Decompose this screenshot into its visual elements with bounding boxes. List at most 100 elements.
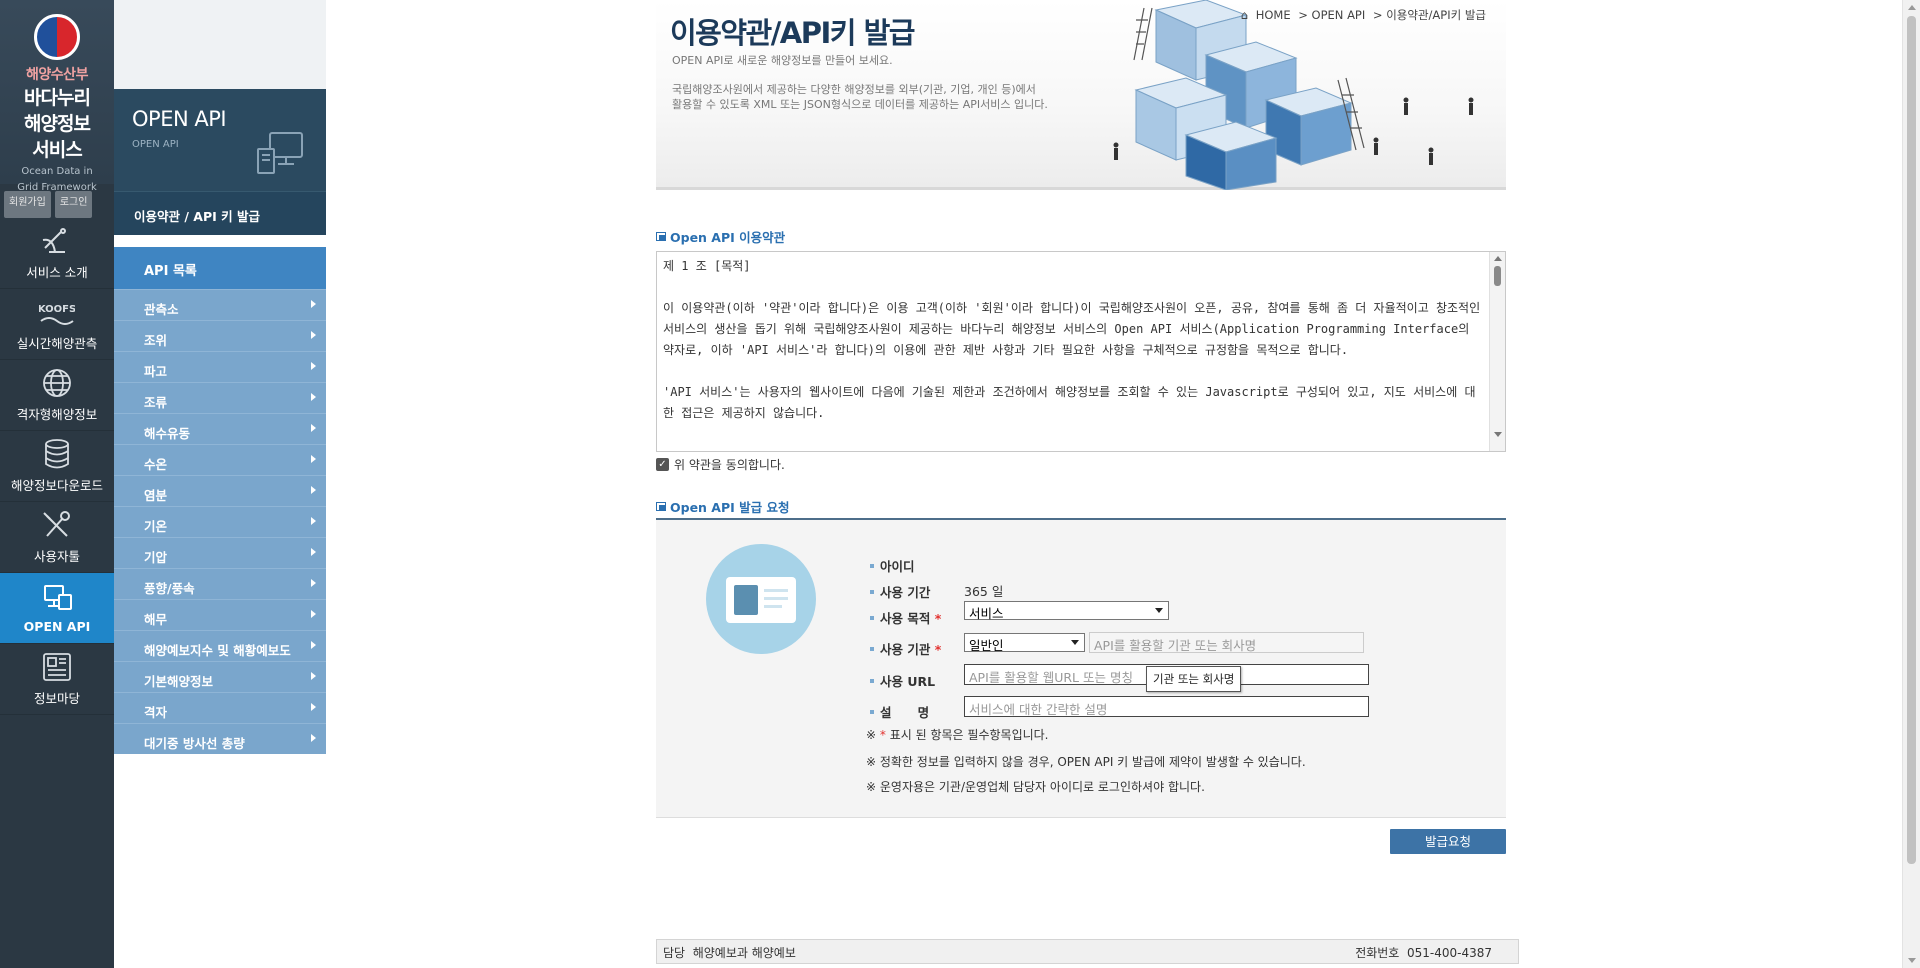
sidebar-spacer bbox=[114, 0, 326, 89]
url-placeholder: API를 활용할 웹URL 또는 명칭 bbox=[969, 670, 1133, 685]
sidebar-item-grid[interactable]: 격자 bbox=[114, 692, 326, 723]
period-value: 365 일 bbox=[964, 584, 1004, 599]
terms-heading: 제 1 조 [목적] bbox=[663, 259, 751, 273]
sidebar-api-list-title[interactable]: API 목록 bbox=[114, 247, 326, 289]
org-label-text: 사용 기관 bbox=[880, 642, 931, 657]
nav-data-download[interactable]: 해양정보다운로드 bbox=[0, 431, 114, 502]
request-section-title-text: Open API 발급 요청 bbox=[670, 500, 790, 515]
sidebar-item-label: 염분 bbox=[144, 488, 168, 503]
scroll-down-icon[interactable] bbox=[1494, 432, 1502, 437]
org-type-select-value: 일반인 bbox=[969, 638, 1004, 653]
org-name-input[interactable]: API를 활용할 기관 또는 회사명 bbox=[1089, 632, 1364, 653]
org-name-placeholder: API를 활용할 기관 또는 회사명 bbox=[1094, 638, 1257, 653]
agree-label: 위 약관을 동의합니다. bbox=[674, 458, 785, 472]
nav-info-board[interactable]: 정보마당 bbox=[0, 644, 114, 715]
terms-scroll-thumb[interactable] bbox=[1494, 266, 1501, 286]
purpose-select-value: 서비스 bbox=[969, 606, 1004, 621]
breadcrumb-current: > 이용약관/API키 발급 bbox=[1372, 8, 1486, 22]
chevron-right-icon bbox=[311, 486, 316, 494]
sidebar-item-label: 풍향/풍속 bbox=[144, 581, 195, 596]
site-logo[interactable]: 해양수산부 바다누리 해양정보 서비스 Ocean Data in Grid F… bbox=[0, 0, 114, 193]
bullet-icon bbox=[870, 646, 874, 651]
sidebar-item-tidal-current[interactable]: 조류 bbox=[114, 382, 326, 413]
scroll-down-icon[interactable] bbox=[1908, 958, 1916, 963]
signup-link[interactable]: 회원가입 bbox=[4, 191, 51, 218]
note-required: ※ * 표시 된 항목은 필수항목입니다. bbox=[866, 726, 1049, 743]
terms-textarea[interactable]: 제 1 조 [목적] 이 이용약관(이하 '약관'이라 합니다)은 이용 고객(… bbox=[656, 251, 1506, 452]
logo-ministry: 해양수산부 bbox=[26, 67, 88, 83]
sidebar-item-label: 기본해양정보 bbox=[144, 674, 214, 689]
sidebar-item-label: 수온 bbox=[144, 457, 168, 472]
scroll-up-icon[interactable] bbox=[1494, 256, 1502, 261]
nav-open-api[interactable]: OPEN API bbox=[0, 573, 114, 644]
chevron-right-icon bbox=[311, 641, 316, 649]
icon-nav-bar: 해양수산부 바다누리 해양정보 서비스 Ocean Data in Grid F… bbox=[0, 0, 114, 968]
main-content: 이용약관/API키 발급 OPEN API로 새로운 해양정보를 만들어 보세요… bbox=[326, 0, 1902, 968]
sidebar-item-air-pressure[interactable]: 기압 bbox=[114, 537, 326, 568]
org-tooltip: 기관 또는 회사명 bbox=[1146, 666, 1242, 692]
sidebar-item-ocean-forecast[interactable]: 해양예보지수 및 해황예보도 bbox=[114, 630, 326, 661]
nav-user-tools[interactable]: 사용자툴 bbox=[0, 502, 114, 573]
bullet-icon bbox=[870, 589, 874, 594]
login-link[interactable]: 로그인 bbox=[54, 191, 93, 218]
sidebar-item-sea-flow[interactable]: 해수유동 bbox=[114, 413, 326, 444]
chevron-down-icon bbox=[1155, 608, 1163, 613]
breadcrumb-home[interactable]: HOME bbox=[1256, 8, 1291, 22]
page-title: 이용약관/API키 발급 bbox=[670, 16, 915, 50]
nav-user-tools-label: 사용자툴 bbox=[33, 548, 80, 564]
chevron-right-icon bbox=[311, 610, 316, 618]
nav-realtime-observation-label: 실시간해양관측 bbox=[16, 335, 98, 351]
sidebar-item-wave-height[interactable]: 파고 bbox=[114, 351, 326, 382]
nav-grid-ocean-info[interactable]: 격자형해양정보 bbox=[0, 360, 114, 431]
row-id: 아이디 bbox=[870, 556, 970, 575]
sidebar-item-station[interactable]: 관측소 bbox=[114, 289, 326, 320]
nav-realtime-observation[interactable]: KOOFS 실시간해양관측 bbox=[0, 289, 114, 360]
submit-request-button[interactable]: 발급요청 bbox=[1390, 829, 1506, 854]
description-input[interactable]: 서비스에 대한 간략한 설명 bbox=[964, 696, 1369, 717]
sidebar-item-water-temp[interactable]: 수온 bbox=[114, 444, 326, 475]
chevron-right-icon bbox=[311, 703, 316, 711]
bullet-icon bbox=[870, 709, 874, 714]
page-scroll-thumb[interactable] bbox=[1907, 16, 1916, 864]
sidebar-api-items: 관측소 조위 파고 조류 해수유동 수온 염분 기온 기압 풍향/풍속 해무 해… bbox=[114, 289, 326, 754]
agree-terms[interactable]: ✓ 위 약관을 동의합니다. bbox=[656, 456, 785, 473]
row-org: 사용 기관 * bbox=[870, 639, 970, 658]
chevron-right-icon bbox=[311, 362, 316, 370]
org-type-select[interactable]: 일반인 bbox=[964, 633, 1085, 653]
description-placeholder: 서비스에 대한 간략한 설명 bbox=[969, 702, 1108, 717]
sidebar-item-tide-level[interactable]: 조위 bbox=[114, 320, 326, 351]
purpose-select[interactable]: 서비스 bbox=[964, 601, 1169, 621]
globe-icon bbox=[43, 368, 71, 397]
terms-section-title: Open API 이용약관 bbox=[656, 227, 785, 246]
agree-checkbox[interactable]: ✓ bbox=[656, 458, 669, 471]
required-mark: * bbox=[934, 611, 942, 626]
row-purpose: 사용 목적 * bbox=[870, 608, 970, 627]
sidebar-item-label: 파고 bbox=[144, 364, 168, 379]
note-required-prefix: ※ bbox=[866, 728, 877, 742]
sidebar-item-wind[interactable]: 풍향/풍속 bbox=[114, 568, 326, 599]
nav-service-intro[interactable]: 서비스 소개 bbox=[0, 218, 114, 289]
chevron-right-icon bbox=[311, 517, 316, 525]
computer-icon bbox=[257, 132, 303, 174]
required-mark: * bbox=[879, 728, 886, 742]
sidebar-item-label: 해양예보지수 및 해황예보도 bbox=[144, 643, 291, 658]
page-banner: 이용약관/API키 발급 OPEN API로 새로운 해양정보를 만들어 보세요… bbox=[656, 0, 1506, 190]
breadcrumb-open-api[interactable]: > OPEN API bbox=[1298, 8, 1365, 22]
description-label: 설 명 bbox=[880, 705, 930, 720]
note-required-text: 표시 된 항목은 필수항목입니다. bbox=[889, 728, 1049, 742]
sidebar-item-sea-fog[interactable]: 해무 bbox=[114, 599, 326, 630]
terms-scrollbar[interactable] bbox=[1489, 252, 1505, 451]
footer-department: 담당 해양예보과 해양예보 bbox=[663, 946, 796, 960]
banner-cubes-illustration bbox=[1113, 0, 1474, 190]
bullet-icon bbox=[870, 615, 874, 620]
scroll-up-icon[interactable] bbox=[1908, 5, 1916, 10]
sidebar-item-basic-info[interactable]: 기본해양정보 bbox=[114, 661, 326, 692]
sidebar-item-radiation[interactable]: 대기중 방사선 총량 bbox=[114, 723, 326, 754]
sidebar-current-page[interactable]: 이용약관 / API 키 발급 bbox=[114, 191, 326, 235]
sidebar-item-label: 조류 bbox=[144, 395, 168, 410]
footer-phone: 전화번호 051-400-4387 bbox=[1355, 946, 1492, 960]
sidebar-item-salinity[interactable]: 염분 bbox=[114, 475, 326, 506]
page-scrollbar[interactable] bbox=[1902, 0, 1920, 968]
sidebar-item-air-temp[interactable]: 기온 bbox=[114, 506, 326, 537]
bullet-icon bbox=[870, 678, 874, 683]
